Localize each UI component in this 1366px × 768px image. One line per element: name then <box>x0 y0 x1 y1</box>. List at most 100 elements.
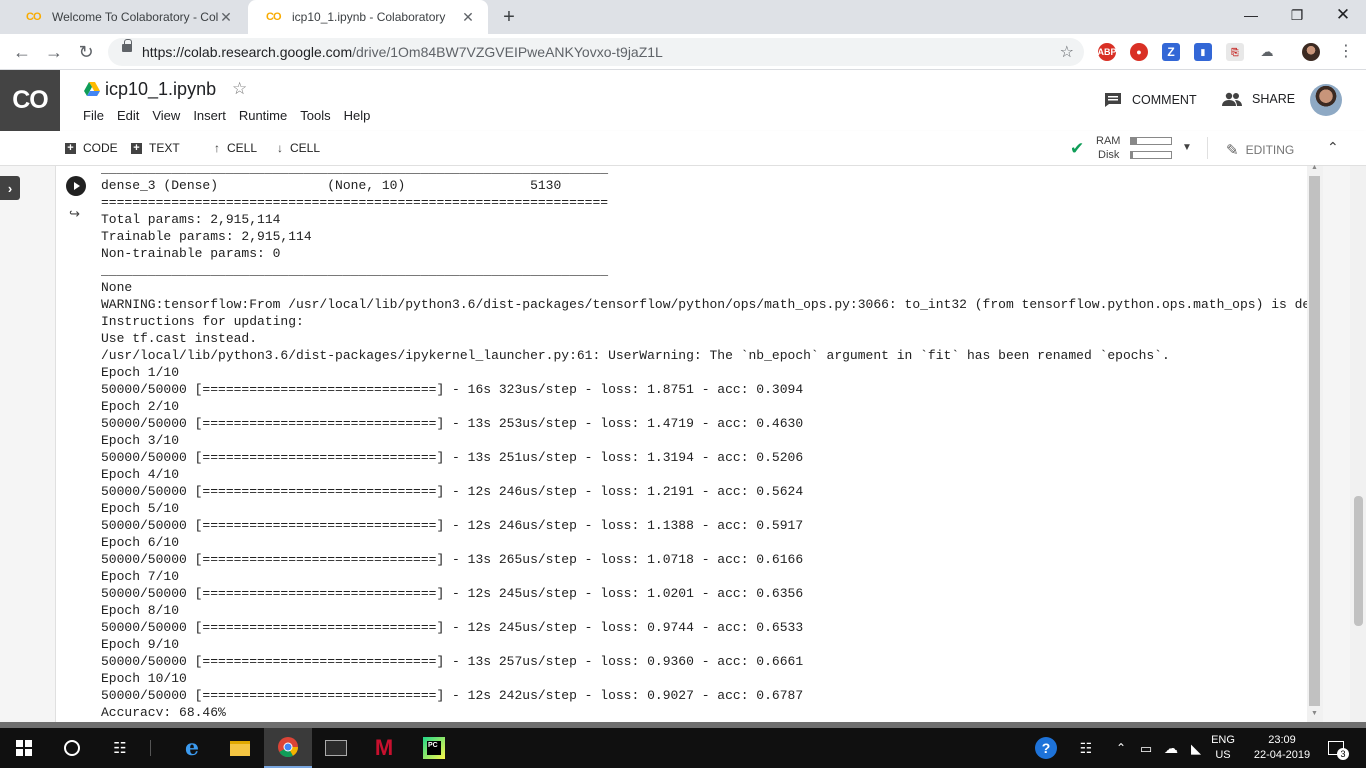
resources-dropdown-icon[interactable]: ▼ <box>1182 142 1192 153</box>
chrome-icon[interactable] <box>264 728 312 768</box>
clock-time: 23:09 <box>1268 734 1296 746</box>
wifi-icon[interactable]: ◣ <box>1186 728 1206 768</box>
scroll-up-arrow-icon[interactable]: ▲ <box>1311 164 1318 171</box>
text-label: TEXT <box>149 141 180 155</box>
browser-tab-strip: CO Welcome To Colaboratory - Colal ✕ CO … <box>0 0 1366 34</box>
output-line: None <box>101 280 133 295</box>
collapse-header-icon[interactable]: ⌃ <box>1327 139 1339 156</box>
page-scrollbar[interactable] <box>1350 166 1366 722</box>
cloud-extension-icon[interactable]: ☁ <box>1258 43 1276 61</box>
close-tab-icon[interactable]: ✕ <box>218 9 234 26</box>
notebook-title[interactable]: icp10_1.ipynb <box>105 79 216 100</box>
pdf-extension-icon[interactable]: ⎘ <box>1226 43 1244 61</box>
tab-welcome[interactable]: CO Welcome To Colaboratory - Colal ✕ <box>8 0 246 34</box>
menu-edit[interactable]: Edit <box>117 108 139 123</box>
maximize-button[interactable]: ❐ <box>1274 0 1320 30</box>
windows-start-icon[interactable] <box>0 728 48 768</box>
move-cell-down-button[interactable]: ↓ CELL <box>277 141 320 155</box>
show-hidden-icons-chevron[interactable]: ⌃ <box>1112 728 1130 768</box>
close-window-button[interactable]: ✕ <box>1320 0 1366 30</box>
editing-mode-button[interactable]: ✎ EDITING <box>1226 141 1294 159</box>
browser-menu-icon[interactable]: ⋮ <box>1334 40 1358 64</box>
file-explorer-icon[interactable] <box>216 728 264 768</box>
output-line: 50000/50000 [===========================… <box>101 552 804 567</box>
clock[interactable]: 23:09 22-04-2019 <box>1244 728 1320 768</box>
battery-icon[interactable]: ▭ <box>1136 728 1156 768</box>
output-line: 50000/50000 [===========================… <box>101 620 804 635</box>
notification-center-icon[interactable]: 3 <box>1322 728 1350 768</box>
minimize-button[interactable]: — <box>1228 0 1274 30</box>
task-view-icon[interactable]: ☷ <box>96 728 144 768</box>
user-avatar[interactable] <box>1310 84 1342 116</box>
output-line: Epoch 2/10 <box>101 399 180 414</box>
colab-header: CO icp10_1.ipynb ☆ File Edit View Insert… <box>0 70 1366 131</box>
zotero-icon[interactable]: Z <box>1162 43 1180 61</box>
output-line: 50000/50000 [===========================… <box>101 484 804 499</box>
input-language-indicator[interactable]: ENG US <box>1208 728 1238 768</box>
output-line: ________________________________________… <box>101 161 609 176</box>
ram-usage-bar <box>1130 137 1172 145</box>
plus-icon: + <box>65 142 76 154</box>
new-tab-button[interactable]: + <box>498 6 520 29</box>
output-line: 50000/50000 [===========================… <box>101 688 804 703</box>
output-line: Epoch 9/10 <box>101 637 180 652</box>
edge-browser-icon[interactable]: e <box>168 728 216 768</box>
comment-button[interactable]: COMMENT <box>1104 92 1197 108</box>
pycharm-icon[interactable]: PC <box>410 728 458 768</box>
output-line: Total params: 2,915,114 <box>101 212 281 227</box>
tab-notebook[interactable]: CO icp10_1.ipynb - Colaboratory ✕ <box>248 0 488 34</box>
reload-icon[interactable]: ↻ <box>74 40 98 64</box>
move-cell-up-button[interactable]: ↑ CELL <box>214 141 257 155</box>
profile-avatar-icon[interactable] <box>1302 43 1320 61</box>
back-arrow-icon[interactable]: ← <box>10 40 34 64</box>
bookmark-extension-icon[interactable]: ▮ <box>1194 43 1212 61</box>
close-tab-icon[interactable]: ✕ <box>460 9 476 26</box>
menu-help[interactable]: Help <box>344 108 371 123</box>
output-scrollbar-thumb[interactable] <box>1309 176 1320 706</box>
cell-down-label: CELL <box>290 141 321 155</box>
tab-title: icp10_1.ipynb - Colaboratory <box>292 10 446 24</box>
output-line: 50000/50000 [===========================… <box>101 416 804 431</box>
scroll-down-arrow-icon[interactable]: ▼ <box>1311 710 1318 717</box>
page-scrollbar-thumb[interactable] <box>1354 496 1363 626</box>
add-code-cell-button[interactable]: + CODE <box>65 141 118 155</box>
output-line: Epoch 6/10 <box>101 535 180 550</box>
onedrive-cloud-icon[interactable]: ☁ <box>1160 728 1182 768</box>
star-notebook-icon[interactable]: ☆ <box>232 79 247 99</box>
menu-view[interactable]: View <box>152 108 180 123</box>
browser-toolbar: ← → ↻ https://colab.research.google.com/… <box>0 34 1366 70</box>
output-line: Use tf.cast instead. <box>101 331 258 346</box>
terminal-icon[interactable] <box>312 728 360 768</box>
cortana-search-icon[interactable] <box>48 728 96 768</box>
colab-logo[interactable]: CO <box>0 70 60 131</box>
help-tray-icon[interactable]: ? <box>1034 728 1058 768</box>
menu-tools[interactable]: Tools <box>300 108 330 123</box>
output-line: Accuracy: 68.46% <box>101 705 226 716</box>
output-menu-icon[interactable]: ↪ <box>69 206 83 221</box>
share-button[interactable]: SHARE <box>1222 92 1295 106</box>
menu-file[interactable]: File <box>83 108 104 123</box>
menu-runtime[interactable]: Runtime <box>239 108 287 123</box>
menu-insert[interactable]: Insert <box>193 108 226 123</box>
address-bar[interactable]: https://colab.research.google.com/drive/… <box>108 38 1084 66</box>
windows-taskbar: ☷ e M PC ? ☷ ⌃ ▭ ☁ ◣ ENG US 23:09 22-04-20… <box>0 728 1366 768</box>
mcafee-icon[interactable]: M <box>360 728 408 768</box>
run-cell-button[interactable] <box>66 176 86 196</box>
output-line: Epoch 8/10 <box>101 603 180 618</box>
code-cell[interactable]: ↪ ______________________________________… <box>55 161 1323 722</box>
bookmark-star-icon[interactable]: ☆ <box>1060 42 1074 62</box>
open-sidebar-chevron-icon[interactable]: › <box>0 176 20 200</box>
output-line: 50000/50000 [===========================… <box>101 382 804 397</box>
ram-label: RAM <box>1096 135 1121 147</box>
toolbar-divider <box>1207 137 1208 159</box>
extension-red-icon[interactable]: ● <box>1130 43 1148 61</box>
google-drive-icon <box>84 82 100 96</box>
forward-arrow-icon[interactable]: → <box>42 40 66 64</box>
cell-up-label: CELL <box>227 141 258 155</box>
add-text-cell-button[interactable]: + TEXT <box>131 141 180 155</box>
output-line: Non-trainable params: 0 <box>101 246 281 261</box>
arrow-up-icon: ↑ <box>214 141 220 155</box>
output-scrollbar[interactable]: ▲ ▼ <box>1307 164 1323 722</box>
adblock-icon[interactable]: ABP <box>1098 43 1117 61</box>
people-tray-icon[interactable]: ☷ <box>1076 728 1096 768</box>
